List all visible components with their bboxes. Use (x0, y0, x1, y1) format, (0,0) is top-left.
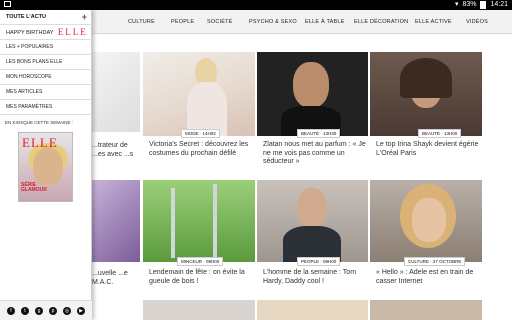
article-image-partial (370, 300, 482, 320)
article-image (257, 52, 368, 136)
article-card[interactable]: ...uvelle ...e M.A.C. (92, 180, 140, 320)
article-card[interactable]: CULTURE · 27 OCTOBRE « Hello » : Adele e… (370, 180, 482, 320)
nav-item-psycho-sexo[interactable]: PSYCHO & SEXO (249, 19, 297, 25)
article-image-partial (257, 300, 368, 320)
drawer-item-bons-plans[interactable]: LES BONS PLANS ELLE (0, 55, 92, 70)
article-tag: MODE · 14H02 (181, 129, 220, 138)
article-image (370, 180, 482, 262)
article-title: L'homme de la semaine : Tom Hardy, Daddy… (263, 269, 357, 285)
article-image (92, 52, 140, 132)
battery-icon (480, 1, 487, 9)
drawer-item-happy-birthday[interactable]: HAPPY BIRTHDAY ELLE (0, 25, 92, 40)
nav-item-elle-a-table[interactable]: ELLE À TABLE (305, 19, 345, 25)
drawer-item-horoscope[interactable]: MON HOROSCOPE (0, 70, 92, 85)
article-title: ...uvelle ...e M.A.C. (92, 270, 128, 286)
twitter-icon[interactable]: t (21, 306, 29, 315)
facebook-icon[interactable]: f (7, 306, 15, 315)
article-image (143, 180, 255, 262)
youtube-icon[interactable]: ▶ (77, 306, 85, 315)
article-tag: CULTURE · 27 OCTOBRE (404, 257, 466, 266)
pinterest-icon[interactable]: p (49, 306, 57, 315)
nav-item-culture[interactable]: CULTURE (128, 19, 155, 25)
drawer-item-label: TOUTE L'ACTU (6, 14, 47, 20)
clock: 14:21 (490, 1, 508, 8)
article-tag: MINCEUR · 09H00 (177, 257, 224, 266)
article-card[interactable]: BEAUTÉ · 13H30 Zlatan nous met au parfum… (257, 52, 368, 176)
article-card[interactable]: ...trateur de ...es avec ...s (92, 52, 140, 176)
navigation-drawer: TOUTE L'ACTU + HAPPY BIRTHDAY ELLE LES +… (0, 10, 92, 320)
elle-logo: ELLE (57, 27, 88, 37)
cover-caption: SÉRIE GLAMOUR (21, 182, 47, 193)
article-card[interactable]: MODE · 14H02 Victoria's Secret : découvr… (143, 52, 255, 176)
nav-item-people[interactable]: PEOPLE (171, 19, 194, 25)
article-card[interactable]: PEOPLE · 09H00 L'homme de la semaine : T… (257, 180, 368, 320)
nav-item-societe[interactable]: SOCIÉTÉ (207, 19, 233, 25)
drawer-item-parametres[interactable]: MES PARAMÈTRES (0, 100, 92, 115)
instagram-icon[interactable]: ◎ (63, 306, 71, 315)
category-nav: CULTURE PEOPLE SOCIÉTÉ PSYCHO & SEXO ELL… (92, 10, 512, 34)
status-bar: ▾ 83% 14:21 (0, 0, 512, 10)
magazine-cover[interactable]: ELLE SÉRIE GLAMOUR (18, 132, 73, 202)
article-image (370, 52, 482, 136)
article-title: « Hello » : Adele est en train de casser… (376, 269, 474, 285)
kiosque-label: EN KIOSQUE CETTE SEMAINE : (5, 120, 74, 125)
googleplus-icon[interactable]: g (35, 306, 43, 315)
article-image (257, 180, 368, 262)
article-card[interactable]: MINCEUR · 09H00 Lendemain de fête : on é… (143, 180, 255, 320)
social-bar: f t g p ◎ ▶ (0, 300, 92, 320)
article-image-partial (143, 300, 255, 320)
article-title: Victoria's Secret : découvrez les costum… (149, 141, 249, 157)
plus-icon[interactable]: + (82, 10, 87, 25)
article-image (92, 180, 140, 262)
article-tag: BEAUTÉ · 13H30 (297, 129, 341, 138)
nav-item-videos[interactable]: VIDÉOS (466, 19, 488, 25)
screenshot-notification-icon (4, 1, 11, 7)
cover-title: ELLE (22, 135, 58, 150)
battery-percent: 83% (462, 1, 477, 8)
article-card[interactable]: BEAUTÉ · 13H00 Le top Irina Shayk devien… (370, 52, 482, 176)
status-right: ▾ 83% 14:21 (455, 0, 508, 10)
drawer-item-mes-articles[interactable]: MES ARTICLES (0, 85, 92, 100)
article-title: Lendemain de fête : on évite la gueule d… (149, 269, 245, 285)
nav-item-elle-decoration[interactable]: ELLE DÉCORATION (354, 19, 408, 25)
article-image (143, 52, 255, 136)
drawer-item-toute-actu[interactable]: TOUTE L'ACTU + (0, 10, 92, 25)
article-title: Le top Irina Shayk devient égérie L'Oréa… (376, 141, 479, 157)
article-title: Zlatan nous met au parfum : « Je ne me v… (263, 141, 366, 165)
drawer-item-label: HAPPY BIRTHDAY (6, 29, 54, 36)
article-title: ...trateur de ...es avec ...s (92, 142, 134, 158)
drawer-item-populaires[interactable]: LES + POPULAIRES (0, 40, 92, 55)
article-tag: PEOPLE · 09H00 (297, 257, 341, 266)
wifi-icon: ▾ (454, 1, 459, 8)
nav-item-elle-active[interactable]: ELLE ACTIVE (415, 19, 452, 25)
article-tag: BEAUTÉ · 13H00 (418, 129, 462, 138)
